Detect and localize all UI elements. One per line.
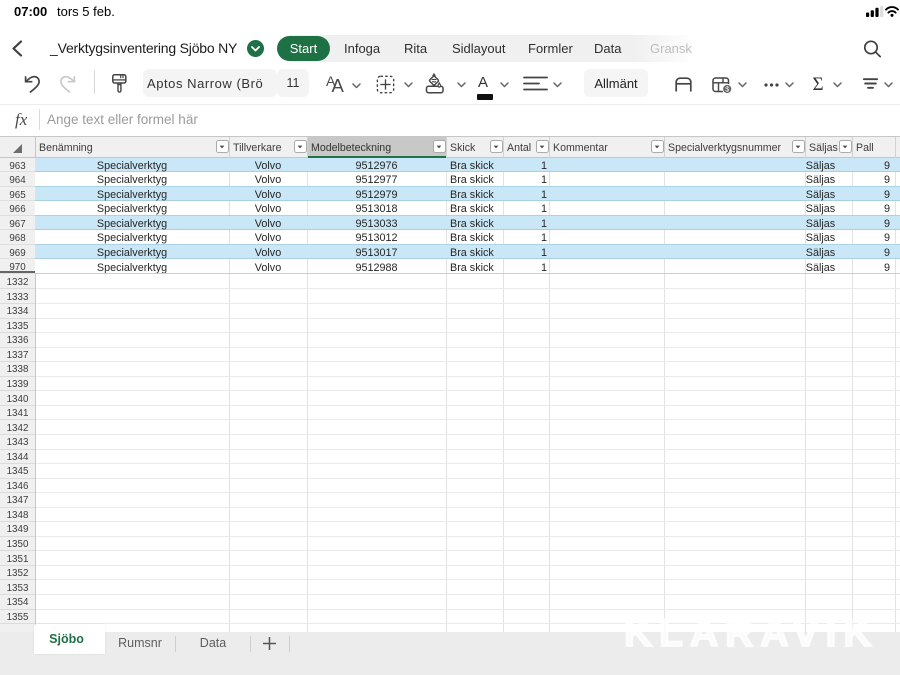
svg-text:$: $ xyxy=(725,86,729,93)
